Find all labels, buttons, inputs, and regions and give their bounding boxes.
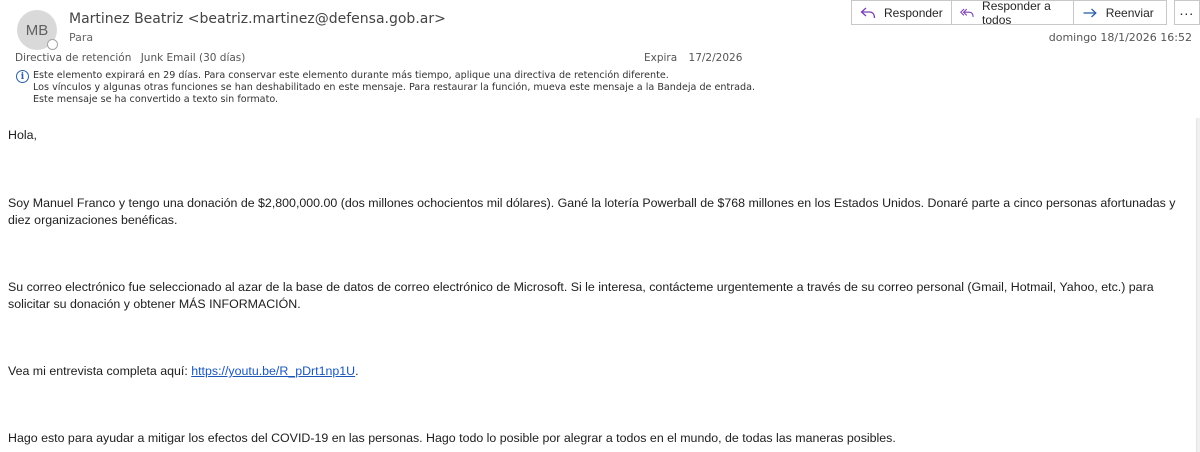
body-paragraph-donation: Soy Manuel Franco y tengo una donación d… xyxy=(8,196,1176,227)
body-paragraph-selection: Su correo electrónico fue seleccionado a… xyxy=(8,280,1154,311)
reply-all-button[interactable]: Responder a todos xyxy=(951,0,1074,27)
expiration: Expira 17/2/2026 xyxy=(644,52,742,64)
reply-button[interactable]: Responder xyxy=(851,0,952,25)
vertical-scrollbar[interactable] xyxy=(1196,118,1200,452)
presence-status-icon xyxy=(47,39,58,50)
forward-arrow-icon xyxy=(1083,8,1097,17)
message-actions: Responder Responder a todos Reenviar ... xyxy=(851,0,1200,27)
avatar-initials: MB xyxy=(25,21,49,39)
expires-label: Expira xyxy=(644,52,678,64)
body-paragraph-covid: Hago esto para ayudar a mitigar los efec… xyxy=(8,431,896,445)
sender-name[interactable]: Martinez Beatriz <beatriz.martinez@defen… xyxy=(69,11,446,27)
message-header: MB Martinez Beatriz <beatriz.martinez@de… xyxy=(0,0,1200,118)
more-icon: ... xyxy=(1179,1,1195,18)
reply-label: Responder xyxy=(884,5,943,20)
info-line-links-disabled: Los vínculos y algunas otras funciones s… xyxy=(33,82,756,94)
info-line-plain-text: Este mensaje se ha convertido a texto si… xyxy=(33,94,279,106)
info-icon: i xyxy=(16,70,29,83)
interview-suffix: . xyxy=(355,364,359,378)
to-label: Para xyxy=(69,31,94,44)
expires-value: 17/2/2026 xyxy=(688,52,743,64)
retention-policy: Directiva de retención Junk Email (30 dí… xyxy=(15,52,245,64)
received-datetime: domingo 18/1/2026 16:52 xyxy=(1048,31,1192,44)
reply-arrow-icon xyxy=(860,7,876,18)
retention-value[interactable]: Junk Email (30 días) xyxy=(141,52,246,64)
reply-all-arrow-icon xyxy=(959,8,974,17)
body-paragraph-interview: Vea mi entrevista completa aquí: https:/… xyxy=(8,363,1193,380)
reply-all-label: Responder a todos xyxy=(982,0,1051,27)
more-actions-button[interactable]: ... xyxy=(1173,0,1200,25)
info-bar[interactable]: Este elemento expirará en 29 días. Para … xyxy=(33,70,755,107)
message-body: Hola, Soy Manuel Franco y tengo una dona… xyxy=(8,127,1193,447)
greeting: Hola, xyxy=(8,128,37,142)
info-line-expiry: Este elemento expirará en 29 días. Para … xyxy=(33,70,669,81)
forward-button[interactable]: Reenviar xyxy=(1073,0,1167,25)
retention-label: Directiva de retención xyxy=(15,52,132,64)
interview-prefix: Vea mi entrevista completa aquí: xyxy=(8,364,192,378)
forward-label: Reenviar xyxy=(1105,5,1154,20)
interview-link[interactable]: https://youtu.be/R_pDrt1np1U xyxy=(191,364,355,378)
